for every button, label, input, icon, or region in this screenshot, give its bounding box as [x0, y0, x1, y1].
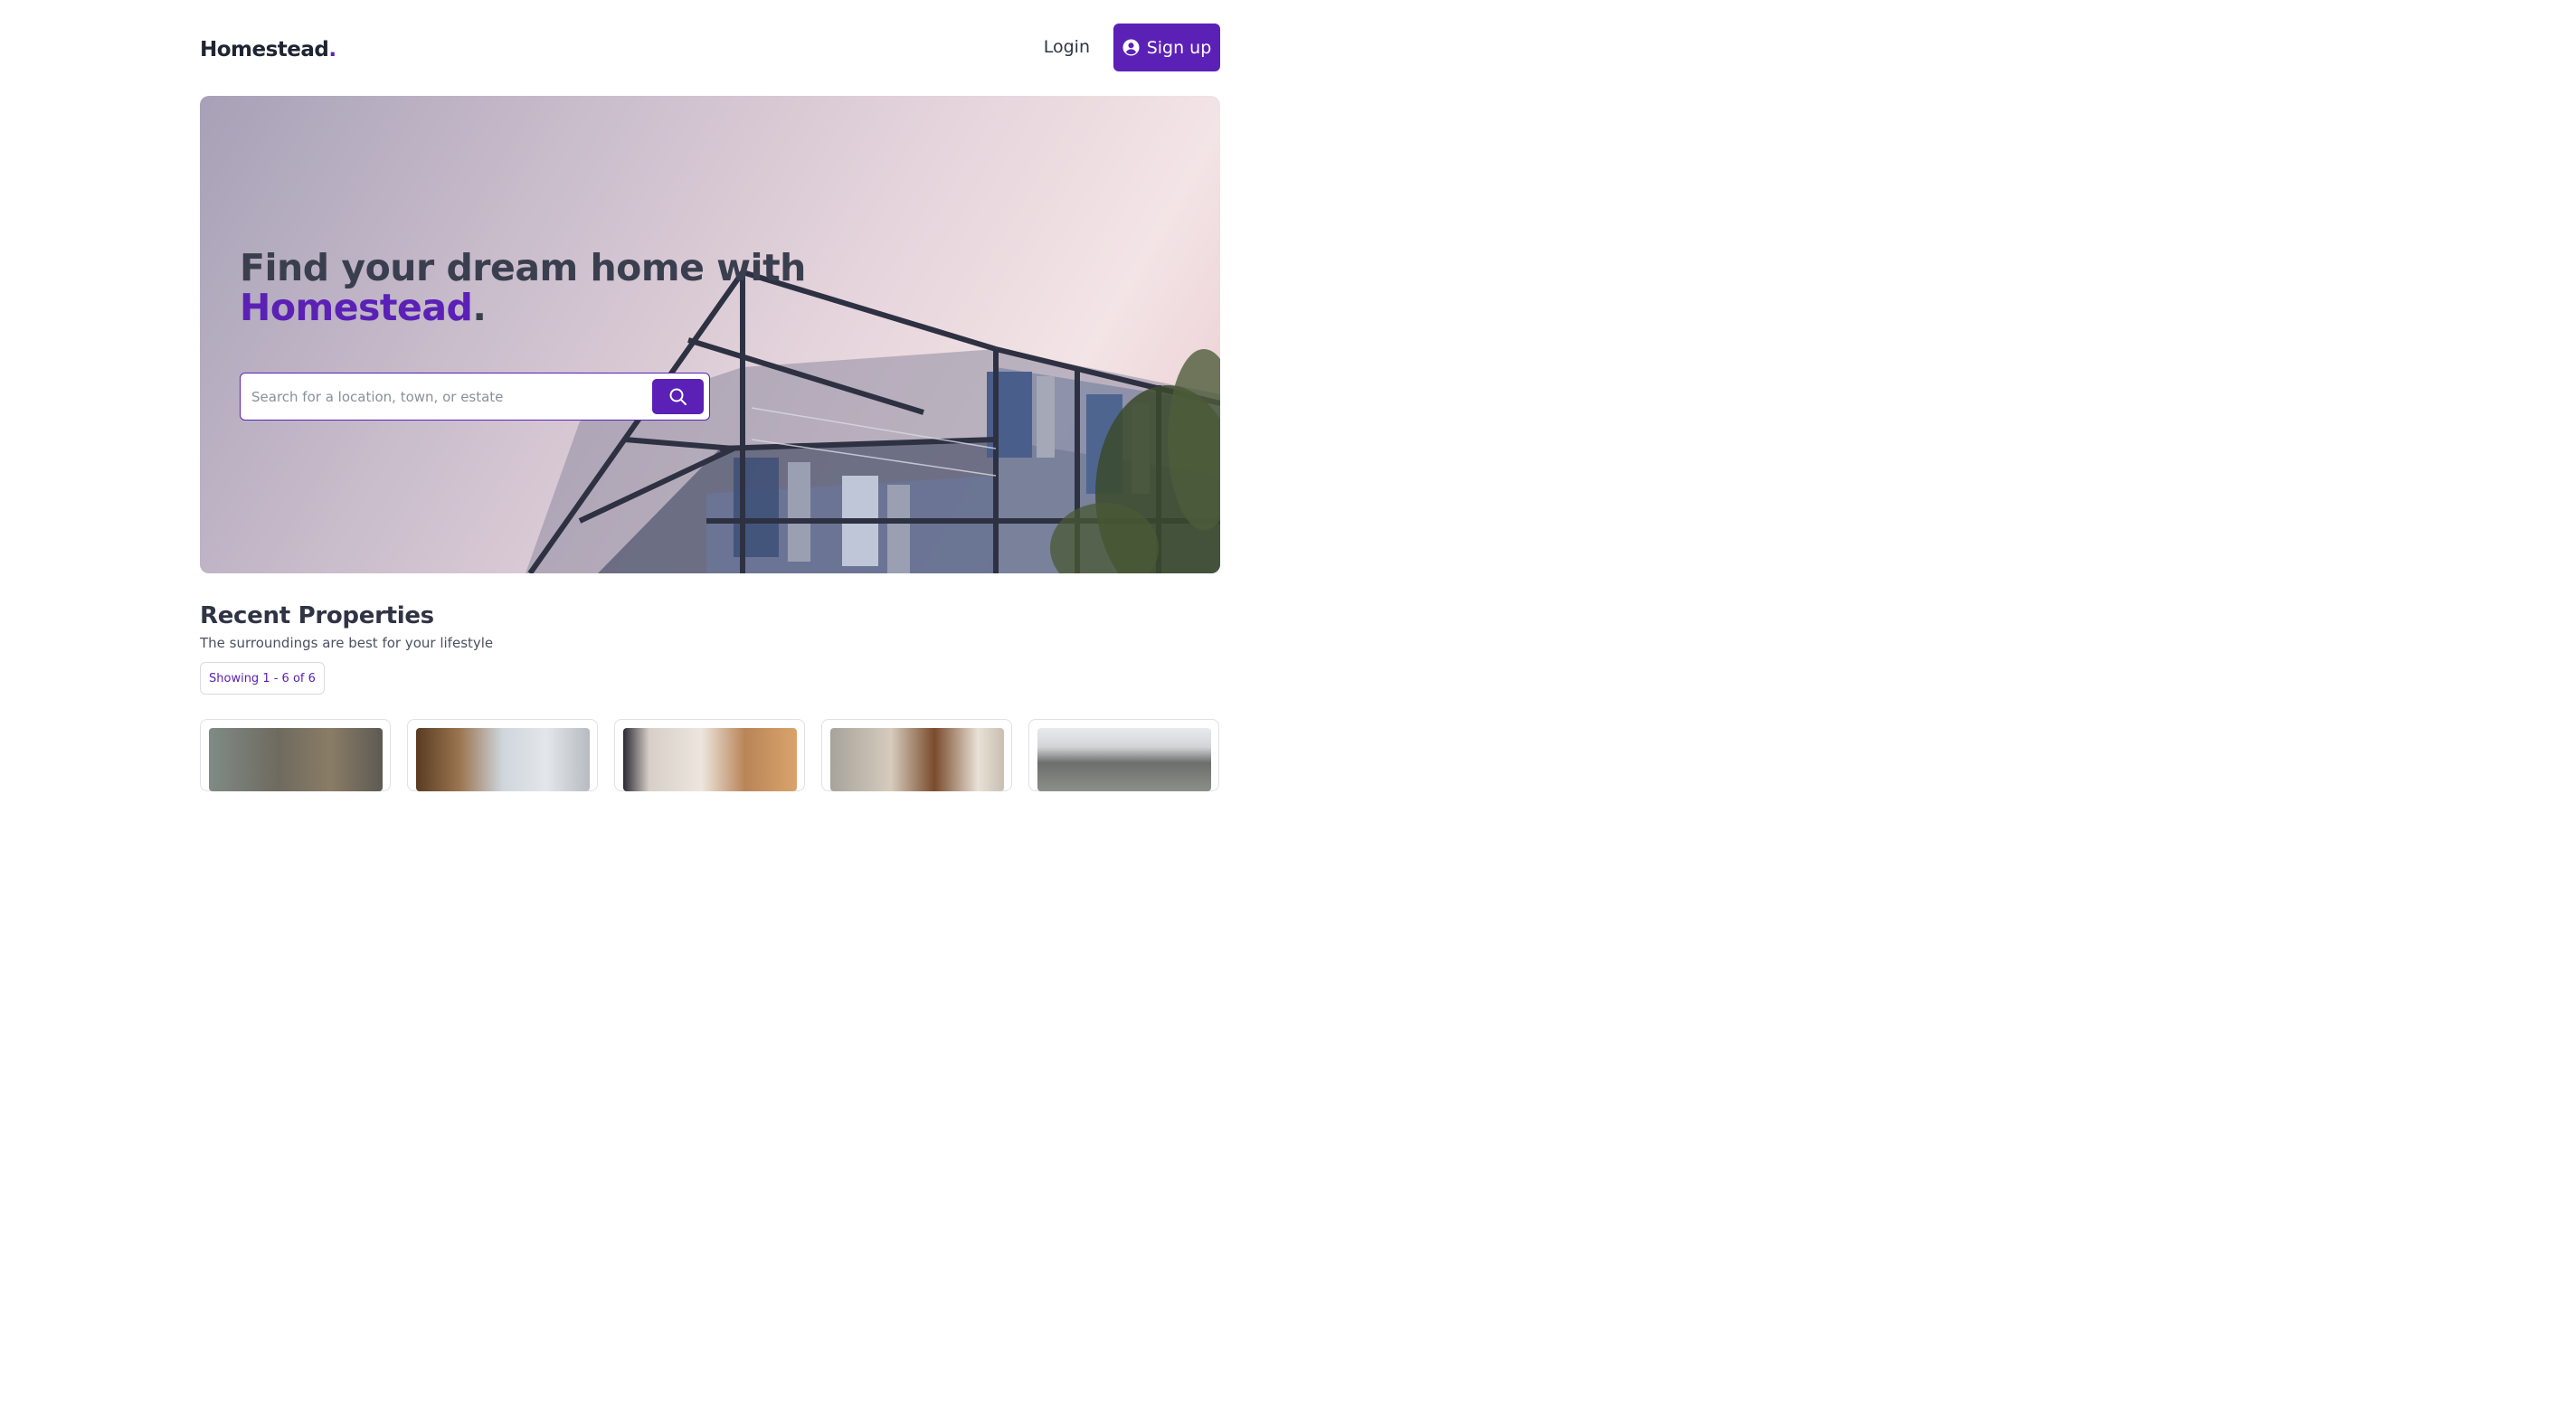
property-image [416, 728, 590, 791]
search-bar [240, 373, 710, 421]
property-card[interactable] [200, 719, 391, 791]
hero-title-brand: Homestead [240, 286, 473, 329]
property-image [623, 728, 797, 791]
search-button[interactable] [652, 379, 704, 414]
logo[interactable]: Homestead. [200, 38, 336, 61]
search-input[interactable] [251, 384, 649, 410]
hero-title: Find your dream home with Homestead. [240, 248, 806, 327]
site-header: Homestead. Login Sign up [200, 24, 1220, 71]
search-icon [669, 388, 687, 405]
hero-building-image [526, 270, 1220, 573]
property-image [1037, 728, 1211, 791]
user-circle-icon [1122, 39, 1140, 56]
recent-properties-title: Recent Properties [200, 602, 434, 629]
signup-button[interactable]: Sign up [1113, 24, 1220, 71]
results-count-badge: Showing 1 - 6 of 6 [200, 662, 325, 695]
property-image [830, 728, 1004, 791]
hero-title-dot: . [472, 286, 487, 329]
logo-text: Homestead [200, 38, 329, 61]
property-card[interactable] [1028, 719, 1219, 791]
property-card[interactable] [407, 719, 598, 791]
recent-properties-subtitle: The surroundings are best for your lifes… [200, 635, 494, 651]
signup-label: Sign up [1146, 37, 1212, 58]
hero-title-line1: Find your dream home with [240, 246, 806, 289]
hero-banner: Find your dream home with Homestead. [200, 96, 1220, 573]
logo-dot: . [328, 38, 336, 61]
property-image [209, 728, 383, 791]
property-card[interactable] [614, 719, 805, 791]
property-card[interactable] [821, 719, 1012, 791]
login-link[interactable]: Login [1044, 37, 1090, 57]
property-cards [200, 719, 1220, 791]
